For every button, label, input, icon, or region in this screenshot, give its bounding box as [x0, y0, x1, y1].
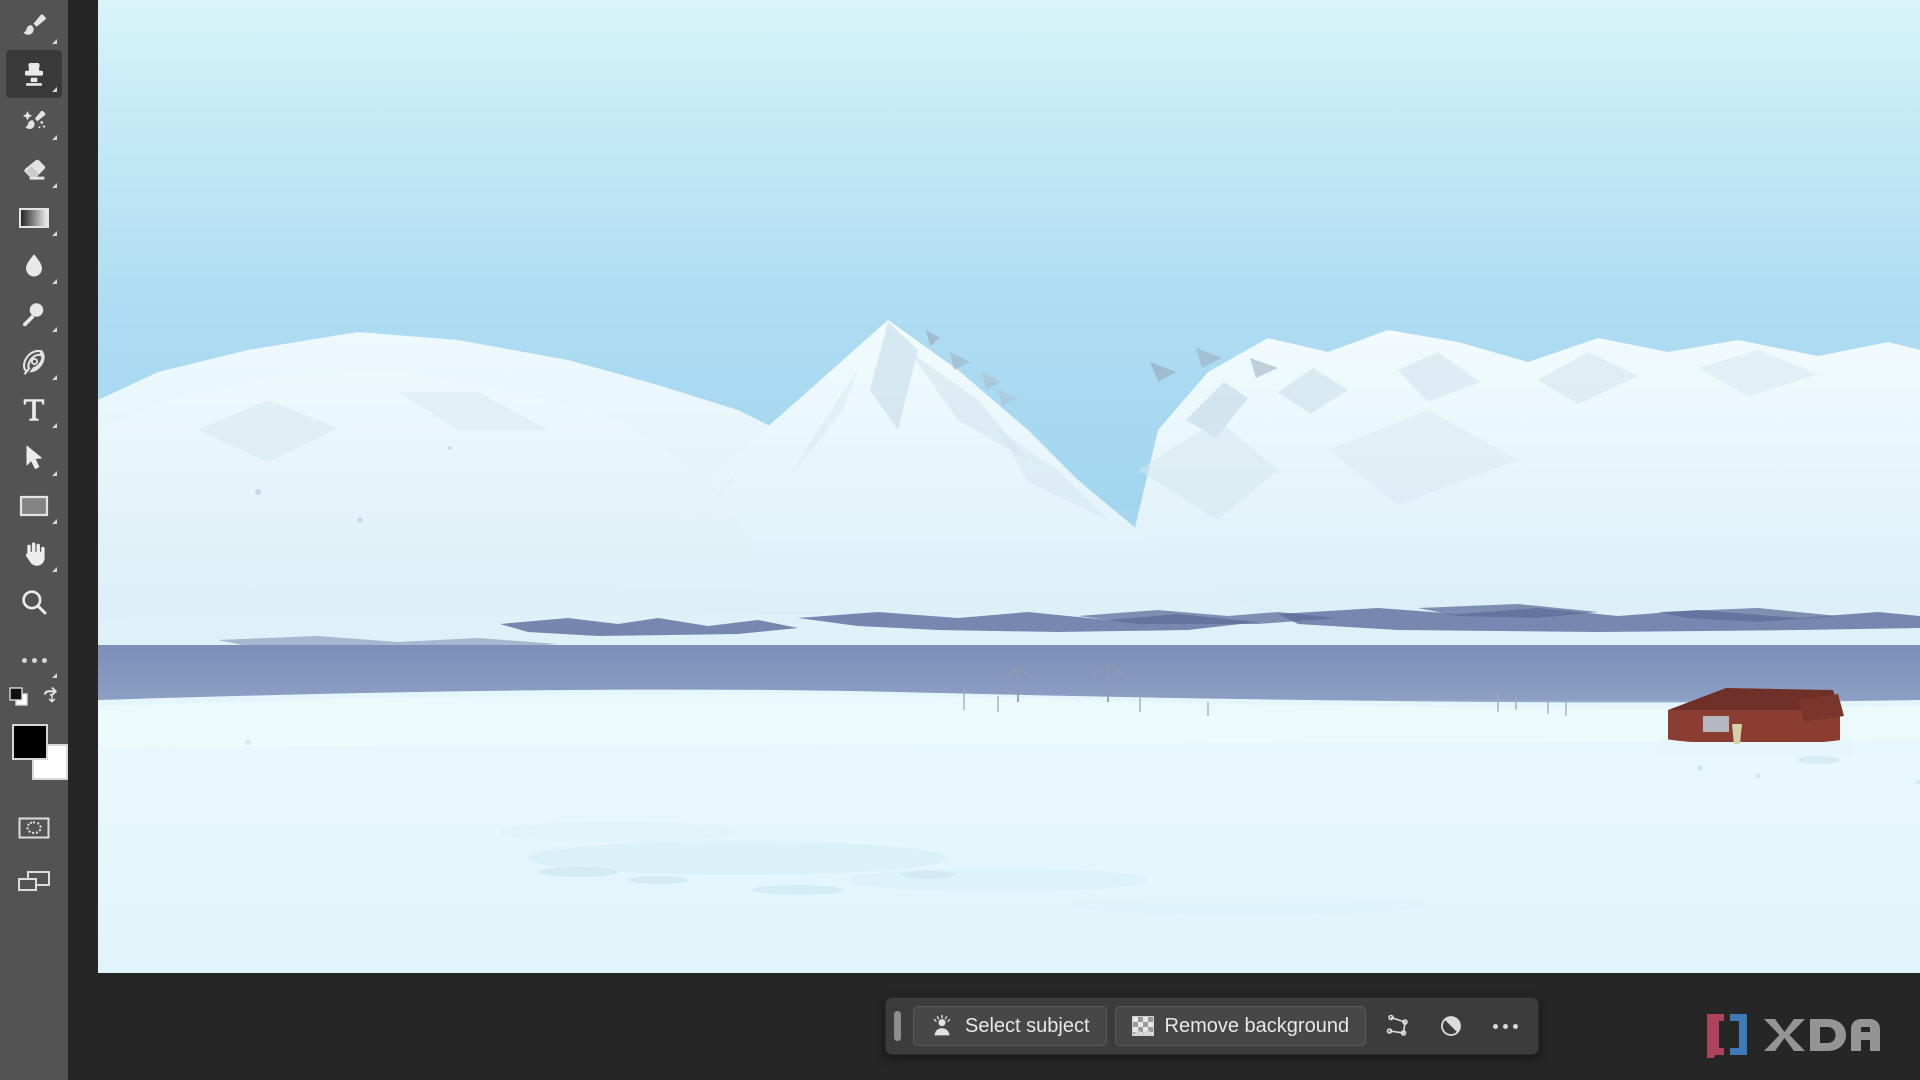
tool-eraser[interactable]: [6, 146, 62, 194]
person-select-icon: [933, 1014, 951, 1036]
default-colors-button[interactable]: [8, 686, 30, 713]
tool-flyout-indicator: [52, 87, 57, 92]
tool-flyout-indicator: [52, 231, 57, 236]
tool-blur[interactable]: [6, 242, 62, 290]
eraser-icon: [24, 159, 46, 180]
tool-clone-stamp[interactable]: [6, 50, 62, 98]
tool-flyout-indicator: [52, 39, 57, 44]
swap-colors-button[interactable]: [38, 686, 60, 713]
tool-flyout-indicator: [52, 567, 57, 572]
quick-mask-button[interactable]: [6, 806, 62, 850]
swap-arrows-icon: [44, 686, 58, 703]
path-arrow-icon: [26, 445, 42, 469]
tool-flyout-indicator: [52, 471, 57, 476]
task-bar-drag-handle[interactable]: [894, 1011, 901, 1041]
tool-hand[interactable]: [6, 530, 62, 578]
select-subject-label: Select subject: [965, 1014, 1090, 1037]
clone-stamp-icon: [25, 63, 43, 86]
quick-mask-icon: [18, 817, 50, 839]
ellipsis-icon: [21, 657, 47, 663]
document-canvas[interactable]: [98, 0, 1920, 973]
checker-image-icon: [1131, 1016, 1154, 1036]
paintbrush-icon: [23, 14, 46, 35]
ellipsis-icon: [1492, 1023, 1518, 1029]
tool-zoom[interactable]: [6, 578, 62, 626]
xda-mark-icon: [1707, 1014, 1747, 1058]
tool-flyout-indicator: [52, 279, 57, 284]
gradient-icon: [19, 208, 49, 228]
tool-pen[interactable]: [6, 338, 62, 386]
tool-path-selection[interactable]: [6, 434, 62, 482]
type-t-icon: [23, 399, 45, 421]
canvas-gutter: [68, 0, 98, 1080]
xda-wordmark: [1764, 1019, 1880, 1051]
tool-flyout-indicator: [52, 375, 57, 380]
tool-dodge[interactable]: [6, 290, 62, 338]
remove-background-button[interactable]: Remove background: [1114, 1006, 1367, 1046]
screen-mode-button[interactable]: [6, 860, 62, 904]
tool-flyout-indicator: [52, 519, 57, 524]
transform-distort-icon: [1386, 1014, 1408, 1036]
tool-flyout-indicator: [52, 135, 57, 140]
tools-panel[interactable]: [0, 0, 68, 1080]
dodge-icon: [22, 303, 44, 327]
tool-spot-healing-brush[interactable]: [6, 98, 62, 146]
tool-edit-toolbar[interactable]: [6, 636, 62, 684]
tool-shape-rectangle[interactable]: [6, 482, 62, 530]
transform-button[interactable]: [1374, 1006, 1420, 1046]
tool-flyout-indicator: [52, 673, 57, 678]
xda-logo: [1703, 1012, 1892, 1058]
select-subject-button[interactable]: Select subject: [913, 1006, 1107, 1046]
tool-flyout-indicator: [52, 327, 57, 332]
tool-type[interactable]: [6, 386, 62, 434]
hand-icon: [25, 542, 45, 566]
tool-flyout-indicator: [52, 183, 57, 188]
photoshop-window: Select subject Remove background: [0, 0, 1920, 1080]
more-options-button[interactable]: [1482, 1006, 1528, 1046]
foreground-color-swatch[interactable]: [12, 724, 48, 760]
contextual-task-bar[interactable]: Select subject Remove background: [885, 997, 1540, 1055]
remove-background-label: Remove background: [1164, 1014, 1350, 1037]
half-circle-icon: [1441, 1016, 1461, 1036]
color-controls-row: [6, 684, 62, 714]
tool-flyout-indicator: [52, 423, 57, 428]
adjustment-button[interactable]: [1428, 1006, 1474, 1046]
spot-healing-icon: [22, 110, 46, 130]
default-colors-icon: [9, 687, 28, 706]
tool-gradient[interactable]: [6, 194, 62, 242]
rectangle-icon: [19, 495, 49, 517]
tool-brush[interactable]: [6, 2, 62, 50]
screen-mode-icon: [18, 871, 50, 891]
photo-image: [98, 0, 1920, 973]
magnifier-icon: [22, 590, 47, 615]
pen-icon: [22, 349, 45, 375]
blur-drop-icon: [26, 254, 42, 277]
color-swatches[interactable]: [6, 716, 68, 794]
